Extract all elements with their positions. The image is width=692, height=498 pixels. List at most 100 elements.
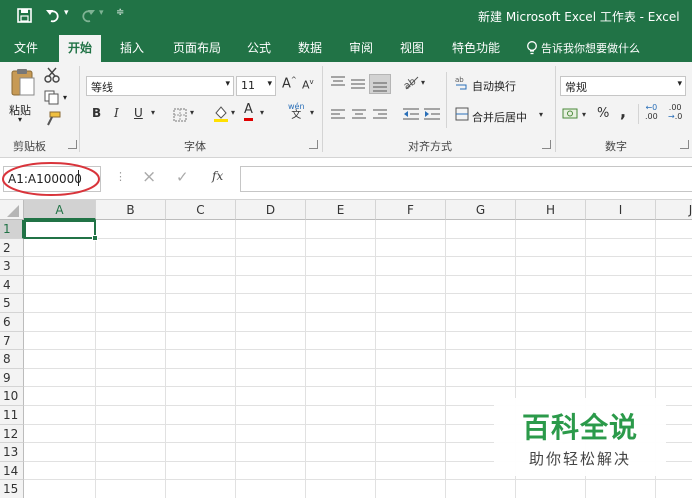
- copy-dropdown-icon[interactable]: ▾: [63, 93, 67, 102]
- fill-color-dropdown-icon[interactable]: ▾: [231, 108, 235, 117]
- accounting-format-icon[interactable]: [562, 107, 579, 122]
- merge-dropdown-icon[interactable]: ▾: [539, 110, 543, 119]
- accounting-dropdown-icon[interactable]: ▾: [582, 110, 586, 119]
- wrap-text-button[interactable]: 自动换行: [472, 78, 516, 94]
- customize-toolbar-icon[interactable]: ≑: [116, 7, 124, 18]
- window-title: 新建 Microsoft Excel 工作表 - Excel: [478, 10, 680, 24]
- column-header-c[interactable]: C: [166, 200, 236, 220]
- row-header-2[interactable]: 2: [0, 238, 24, 258]
- paste-icon[interactable]: [10, 68, 36, 98]
- save-icon[interactable]: [17, 8, 32, 23]
- shrink-font-button[interactable]: Av: [302, 78, 314, 92]
- group-divider: [555, 66, 556, 152]
- underline-button[interactable]: U: [134, 106, 143, 120]
- phonetic-guide-button[interactable]: wén 文: [288, 102, 305, 121]
- insert-function-icon[interactable]: fx: [212, 169, 223, 183]
- bold-button[interactable]: B: [92, 106, 101, 120]
- tab-home[interactable]: 开始: [59, 35, 102, 62]
- font-name-select[interactable]: 等线 ▾: [86, 76, 234, 96]
- row-header-11[interactable]: 11: [0, 406, 24, 425]
- tab-data[interactable]: 数据: [298, 39, 322, 56]
- tab-special-features[interactable]: 特色功能: [452, 39, 500, 56]
- tab-view[interactable]: 视图: [400, 39, 424, 56]
- copy-icon[interactable]: [44, 90, 60, 105]
- column-header-a[interactable]: A: [24, 200, 96, 220]
- tab-review[interactable]: 审阅: [349, 39, 373, 56]
- percent-button[interactable]: %: [597, 106, 609, 121]
- cut-icon[interactable]: [44, 67, 60, 83]
- row-header-1[interactable]: 1: [0, 220, 24, 239]
- tab-formulas[interactable]: 公式: [247, 39, 271, 56]
- increase-decimal-button[interactable]: ←0.00: [645, 103, 658, 121]
- row-header-9[interactable]: 9: [0, 368, 24, 388]
- align-center-icon[interactable]: [352, 109, 366, 121]
- phonetic-dropdown-icon[interactable]: ▾: [310, 108, 314, 117]
- decrease-decimal-button[interactable]: .00 →.0: [668, 103, 682, 121]
- column-header-j[interactable]: J: [656, 200, 692, 220]
- column-header-e[interactable]: E: [306, 200, 376, 220]
- row-header-15[interactable]: 15: [0, 480, 24, 498]
- formula-input[interactable]: [240, 166, 692, 192]
- merge-center-icon[interactable]: [455, 107, 469, 121]
- row-header-7[interactable]: 7: [0, 331, 24, 351]
- number-launcher-icon[interactable]: [680, 140, 689, 149]
- format-painter-icon[interactable]: [44, 111, 62, 127]
- active-cell-a1[interactable]: [24, 220, 96, 239]
- tell-me-search[interactable]: 告诉我你想要做什么: [541, 40, 640, 56]
- number-format-select[interactable]: 常规 ▾: [560, 76, 686, 96]
- fill-color-icon[interactable]: [213, 105, 229, 123]
- column-header-g[interactable]: G: [446, 200, 516, 220]
- column-header-d[interactable]: D: [236, 200, 306, 220]
- row-header-4[interactable]: 4: [0, 275, 24, 295]
- column-header-h[interactable]: H: [516, 200, 586, 220]
- row-header-8[interactable]: 8: [0, 350, 24, 369]
- grid-column-line: [445, 220, 446, 498]
- column-header-f[interactable]: F: [376, 200, 446, 220]
- clipboard-launcher-icon[interactable]: [68, 140, 77, 149]
- align-top-icon[interactable]: [331, 76, 345, 88]
- font-launcher-icon[interactable]: [309, 140, 318, 149]
- tab-page-layout[interactable]: 页面布局: [173, 39, 221, 56]
- italic-button[interactable]: I: [114, 106, 119, 120]
- align-bottom-button[interactable]: [369, 74, 391, 94]
- orientation-dropdown-icon[interactable]: ▾: [421, 78, 425, 87]
- column-header-i[interactable]: I: [586, 200, 656, 220]
- select-all-button[interactable]: [0, 200, 24, 220]
- comma-button[interactable]: ,: [620, 102, 626, 121]
- borders-dropdown-icon[interactable]: ▾: [190, 108, 194, 117]
- row-header-6[interactable]: 6: [0, 313, 24, 332]
- undo-dropdown-icon[interactable]: ▾: [64, 8, 69, 18]
- alignment-launcher-icon[interactable]: [542, 140, 551, 149]
- decrease-indent-icon[interactable]: [403, 108, 419, 121]
- increase-indent-icon[interactable]: [424, 108, 440, 121]
- redo-icon[interactable]: [80, 8, 96, 23]
- align-middle-icon[interactable]: [351, 78, 365, 90]
- align-right-icon[interactable]: [373, 109, 387, 121]
- borders-icon[interactable]: [173, 108, 187, 122]
- underline-dropdown-icon[interactable]: ▾: [151, 108, 155, 117]
- row-header-13[interactable]: 13: [0, 443, 24, 462]
- font-color-button[interactable]: A: [244, 102, 253, 121]
- row-header-3[interactable]: 3: [0, 257, 24, 276]
- font-size-select[interactable]: 11 ▾: [236, 76, 276, 96]
- wrap-text-icon[interactable]: ab: [455, 75, 469, 91]
- number-format-value: 常规: [565, 81, 587, 94]
- undo-icon[interactable]: [45, 8, 61, 23]
- redo-dropdown-icon[interactable]: ▾: [99, 8, 104, 18]
- paste-dropdown-icon[interactable]: ▾: [18, 115, 22, 124]
- row-header-10[interactable]: 10: [0, 387, 24, 406]
- row-header-14[interactable]: 14: [0, 461, 24, 481]
- fill-handle[interactable]: [92, 235, 98, 241]
- cancel-icon[interactable]: ×: [142, 167, 156, 187]
- tab-file[interactable]: 文件: [14, 39, 38, 56]
- enter-icon[interactable]: ✓: [176, 168, 189, 186]
- row-header-5[interactable]: 5: [0, 294, 24, 313]
- orientation-icon[interactable]: ab: [403, 74, 419, 90]
- row-header-12[interactable]: 12: [0, 424, 24, 444]
- merge-center-button[interactable]: 合并后居中: [472, 109, 527, 125]
- tab-insert[interactable]: 插入: [120, 39, 144, 56]
- column-header-b[interactable]: B: [96, 200, 166, 220]
- align-left-icon[interactable]: [331, 109, 345, 121]
- grow-font-button[interactable]: A^: [282, 76, 297, 91]
- font-color-dropdown-icon[interactable]: ▾: [260, 108, 264, 117]
